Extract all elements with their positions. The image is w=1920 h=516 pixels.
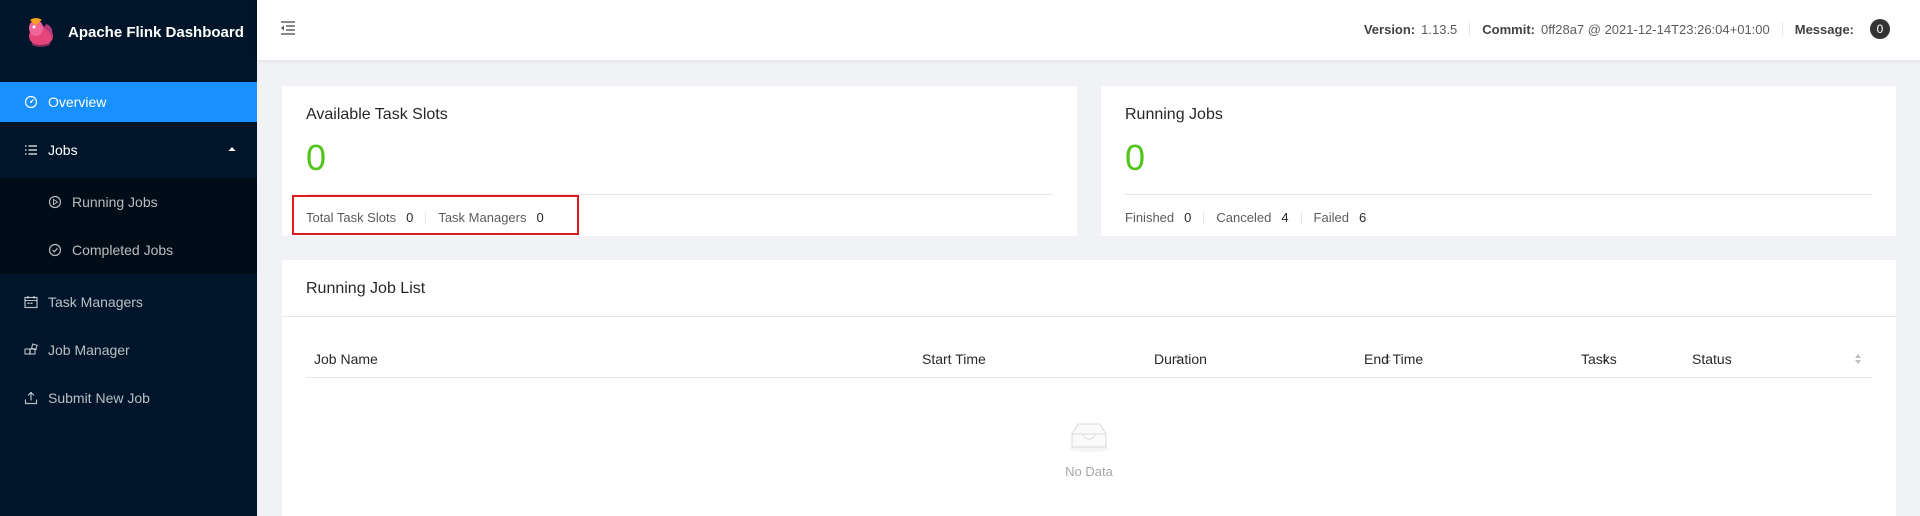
available-task-slots-card: Available Task Slots 0 Total Task Slots …	[282, 86, 1077, 236]
empty-state: No Data	[282, 420, 1896, 479]
message-label[interactable]: Message:	[1795, 22, 1854, 37]
sidebar-item-label: Submit New Job	[48, 390, 150, 406]
logo[interactable]: Apache Flink Dashboard	[0, 0, 257, 64]
column-header-tasks[interactable]: Tasks	[1581, 340, 1617, 378]
app-title: Apache Flink Dashboard	[68, 23, 244, 41]
sidebar-item-overview[interactable]: Overview	[0, 82, 257, 122]
upload-icon	[24, 391, 38, 405]
canceled-value: 4	[1281, 210, 1289, 225]
sidebar-item-running-jobs[interactable]: Running Jobs	[0, 182, 257, 222]
schedule-icon	[24, 295, 38, 309]
sidebar-menu: Overview Jobs Running Jobs Completed Job…	[0, 82, 257, 418]
sidebar-item-label: Running Jobs	[72, 194, 158, 210]
sidebar-item-submit-new-job[interactable]: Submit New Job	[0, 378, 257, 418]
running-jobs-value: 0	[1125, 137, 1146, 178]
message-count-badge[interactable]: 0	[1870, 19, 1890, 39]
divider	[1203, 211, 1205, 224]
running-job-list-card: Running Job List Job Name Start Time Dur…	[282, 260, 1896, 516]
header-info: Version: 1.13.5 Commit: 0ff28a7 @ 2021-1…	[1364, 19, 1890, 39]
column-header-duration[interactable]: Duration	[1154, 340, 1207, 378]
finished-label: Finished	[1125, 210, 1175, 225]
table-header: Job Name Start Time Duration End Time Ta…	[306, 340, 1872, 378]
divider	[1300, 211, 1302, 224]
sidebar-item-label: Job Manager	[48, 342, 130, 358]
sidebar-item-job-manager[interactable]: Job Manager	[0, 330, 257, 370]
failed-value: 6	[1358, 210, 1367, 225]
divider	[1469, 22, 1471, 36]
sidebar-item-label: Completed Jobs	[72, 242, 174, 258]
column-header-status[interactable]: Status	[1692, 340, 1732, 378]
sidebar-item-task-managers[interactable]: Task Managers	[0, 282, 257, 322]
list-title: Running Job List	[306, 280, 426, 297]
sidebar-item-label: Task Managers	[48, 294, 143, 310]
sort-caret-icon[interactable]	[1854, 353, 1862, 365]
divider	[1781, 22, 1783, 36]
sidebar-item-jobs[interactable]: Jobs	[0, 130, 257, 170]
column-header-end-time[interactable]: End Time	[1364, 340, 1423, 378]
bars-icon	[24, 143, 38, 157]
available-task-slots-value: 0	[306, 137, 327, 178]
chevron-up-icon[interactable]	[227, 144, 237, 154]
commit-label: Commit:	[1482, 21, 1536, 37]
job-stats: Finished 0 Canceled 4 Failed 6	[1125, 210, 1366, 225]
sidebar-item-completed-jobs[interactable]: Completed Jobs	[0, 230, 257, 270]
build-icon	[24, 343, 38, 357]
jobs-submenu: Running Jobs Completed Jobs	[0, 178, 257, 274]
play-circle-icon	[48, 195, 62, 209]
inbox-empty-icon	[1066, 420, 1112, 452]
column-header-job-name[interactable]: Job Name	[314, 340, 378, 378]
failed-label: Failed	[1313, 210, 1349, 225]
dashboard-icon	[24, 95, 38, 109]
divider	[282, 316, 1896, 317]
divider	[1125, 194, 1872, 195]
canceled-label: Canceled	[1216, 210, 1272, 225]
running-jobs-card: Running Jobs 0 Finished 0 Canceled 4 Fai…	[1101, 86, 1896, 236]
empty-text: No Data	[1065, 464, 1113, 479]
card-title: Available Task Slots	[306, 106, 448, 123]
check-circle-icon	[48, 243, 62, 257]
commit-value: 0ff28a7 @ 2021-12-14T23:26:04+01:00	[1541, 21, 1770, 37]
column-header-start-time[interactable]: Start Time	[922, 340, 986, 378]
finished-value: 0	[1184, 210, 1192, 225]
version-label: Version:	[1363, 21, 1416, 37]
version-value: 1.13.5	[1421, 21, 1458, 37]
highlight-annotation-box	[292, 195, 579, 235]
sidebar-item-label: Jobs	[48, 142, 78, 158]
top-header: Version: 1.13.5 Commit: 0ff28a7 @ 2021-1…	[257, 0, 1920, 60]
flink-squirrel-logo-icon	[22, 14, 58, 50]
menu-fold-icon[interactable]	[279, 19, 297, 37]
sidebar: Apache Flink Dashboard Overview Jobs Run…	[0, 0, 257, 516]
sidebar-item-label: Overview	[48, 94, 107, 110]
card-title: Running Jobs	[1125, 106, 1223, 123]
